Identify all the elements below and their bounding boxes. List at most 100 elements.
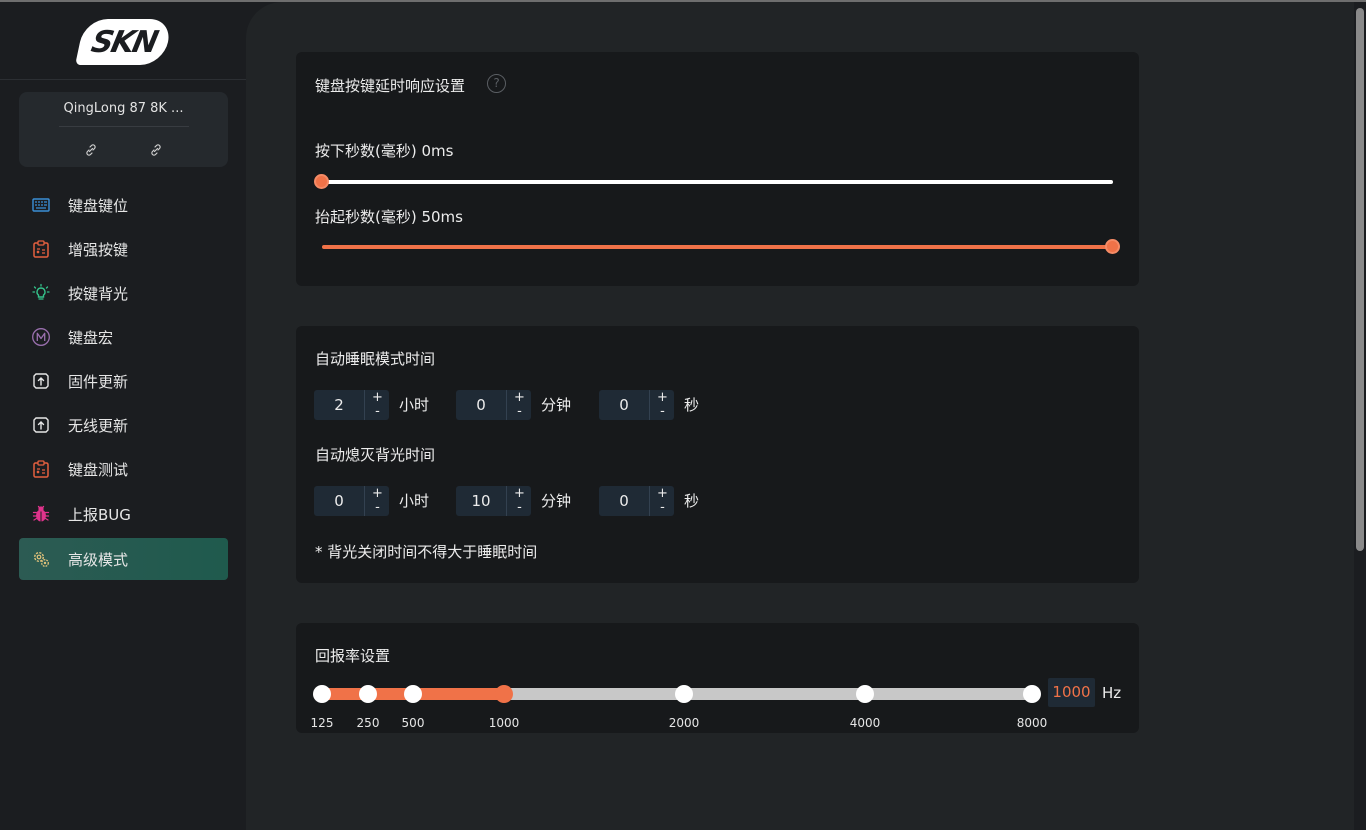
unit-seconds: 秒: [684, 396, 700, 414]
polling-rate-card: 回报率设置 125 250 500 1000 2000 4000 8000 1000 Hz: [296, 623, 1139, 733]
decrement-button[interactable]: -: [507, 501, 532, 514]
gears-icon: [33, 551, 49, 567]
press-delay-knob[interactable]: [314, 174, 329, 189]
wireless-update-icon: [33, 417, 49, 433]
polling-rate-option-4000[interactable]: [856, 685, 874, 703]
increment-button[interactable]: +: [365, 487, 390, 500]
macro-m-icon: [32, 328, 50, 346]
backlight-minutes-stepper[interactable]: 10 + -: [456, 486, 531, 516]
polling-rate-tick-label: 4000: [849, 716, 881, 730]
polling-rate-option-500[interactable]: [404, 685, 422, 703]
sleep-minutes-stepper[interactable]: 0 + -: [456, 390, 531, 420]
polling-rate-unit: Hz: [1102, 684, 1122, 702]
sidebar-item-label: 增强按键: [68, 241, 129, 259]
unit-hours: 小时: [399, 492, 430, 510]
polling-rate-tick-label: 125: [310, 716, 334, 730]
sidebar-item-backlight[interactable]: 按键背光: [19, 272, 228, 314]
stepper-buttons: + -: [364, 390, 389, 420]
backlight-hours-value[interactable]: 0: [314, 492, 364, 510]
sidebar-item-label: 键盘键位: [68, 197, 129, 215]
release-delay-knob[interactable]: [1105, 239, 1120, 254]
device-card[interactable]: QingLong 87 8K ...: [19, 92, 228, 167]
brand-logo-text: SKN: [88, 24, 160, 60]
unit-hours: 小时: [399, 396, 430, 414]
sleep-seconds-stepper[interactable]: 0 + -: [599, 390, 674, 420]
backlight-hours-stepper[interactable]: 0 + -: [314, 486, 389, 516]
unit-minutes: 分钟: [541, 396, 572, 414]
stepper-buttons: + -: [506, 486, 531, 516]
backlight-seconds-value[interactable]: 0: [599, 492, 649, 510]
link-icon[interactable]: [84, 143, 98, 157]
sidebar-item-label: 键盘宏: [68, 329, 114, 347]
device-name: QingLong 87 8K ...: [63, 101, 184, 116]
sidebar-item-wireless-update[interactable]: 无线更新: [19, 404, 228, 446]
bug-icon: [32, 505, 50, 522]
unit-minutes: 分钟: [541, 492, 572, 510]
keyboard-grid-icon: [32, 198, 50, 212]
lightbulb-icon: [32, 283, 50, 300]
decrement-button[interactable]: -: [365, 501, 390, 514]
stepper-buttons: + -: [649, 390, 674, 420]
decrement-button[interactable]: -: [650, 501, 675, 514]
clipboard-x-icon: [33, 460, 49, 478]
increment-button[interactable]: +: [650, 487, 675, 500]
sidebar-item-firmware-update[interactable]: 固件更新: [19, 360, 228, 402]
release-delay-label: 抬起秒数(毫秒) 50ms: [315, 208, 463, 226]
increment-button[interactable]: +: [507, 391, 532, 404]
firmware-update-icon: [33, 373, 49, 389]
release-delay-track[interactable]: [322, 245, 1113, 249]
polling-rate-value[interactable]: 1000: [1048, 678, 1095, 707]
device-divider: [59, 126, 189, 127]
stepper-buttons: + -: [364, 486, 389, 516]
decrement-button[interactable]: -: [507, 405, 532, 418]
stepper-buttons: + -: [649, 486, 674, 516]
increment-button[interactable]: +: [365, 391, 390, 404]
stepper-buttons: + -: [506, 390, 531, 420]
sidebar: SKN QingLong 87 8K ... 键盘键位 增强按键 按键背光 键盘…: [0, 2, 246, 830]
key-delay-title: 键盘按键延时响应设置: [315, 77, 466, 95]
polling-rate-tick-label: 1000: [488, 716, 520, 730]
sidebar-item-label: 高级模式: [68, 551, 129, 569]
press-delay-label: 按下秒数(毫秒) 0ms: [315, 142, 454, 160]
sidebar-item-enhanced-keys[interactable]: 增强按键: [19, 228, 228, 270]
logo-area: SKN: [0, 2, 246, 80]
increment-button[interactable]: +: [650, 391, 675, 404]
sidebar-item-label: 键盘测试: [68, 461, 129, 479]
increment-button[interactable]: +: [507, 487, 532, 500]
unit-seconds: 秒: [684, 492, 700, 510]
sleep-seconds-value[interactable]: 0: [599, 396, 649, 414]
clipboard-x-icon: [33, 240, 49, 258]
brand-logo: SKN: [75, 19, 173, 65]
polling-title: 回报率设置: [315, 647, 391, 665]
sleep-title: 自动睡眠模式时间: [315, 350, 436, 368]
sleep-hours-value[interactable]: 2: [314, 396, 364, 414]
backlight-note: * 背光关闭时间不得大于睡眠时间: [315, 543, 538, 561]
sleep-minutes-value[interactable]: 0: [456, 396, 506, 414]
sleep-timer-card: 自动睡眠模式时间 2 + - 小时 0 + - 分钟 0 + - 秒 自动熄灭背…: [296, 326, 1139, 583]
scrollbar-thumb[interactable]: [1356, 8, 1364, 551]
backlight-seconds-stepper[interactable]: 0 + -: [599, 486, 674, 516]
backlight-minutes-value[interactable]: 10: [456, 492, 506, 510]
press-delay-track[interactable]: [322, 180, 1113, 184]
sidebar-item-label: 固件更新: [68, 373, 129, 391]
decrement-button[interactable]: -: [365, 405, 390, 418]
sidebar-item-keymap[interactable]: 键盘键位: [19, 184, 228, 226]
polling-rate-option-125[interactable]: [313, 685, 331, 703]
sidebar-item-advanced-mode[interactable]: 高级模式: [19, 538, 228, 580]
sidebar-item-macro[interactable]: 键盘宏: [19, 316, 228, 358]
polling-rate-tick-label: 250: [356, 716, 380, 730]
link-icon[interactable]: [149, 143, 163, 157]
sidebar-item-report-bug[interactable]: 上报BUG: [19, 493, 228, 535]
sidebar-item-keyboard-test[interactable]: 键盘测试: [19, 448, 228, 490]
sidebar-item-label: 上报BUG: [68, 506, 131, 524]
polling-rate-option-250[interactable]: [359, 685, 377, 703]
sleep-hours-stepper[interactable]: 2 + -: [314, 390, 389, 420]
polling-rate-option-1000[interactable]: [495, 685, 513, 703]
polling-rate-option-2000[interactable]: [675, 685, 693, 703]
decrement-button[interactable]: -: [650, 405, 675, 418]
key-delay-card: 键盘按键延时响应设置 ? 按下秒数(毫秒) 0ms 抬起秒数(毫秒) 50ms: [296, 52, 1139, 286]
polling-rate-option-8000[interactable]: [1023, 685, 1041, 703]
backlight-title: 自动熄灭背光时间: [315, 446, 436, 464]
polling-rate-tick-label: 2000: [668, 716, 700, 730]
help-icon[interactable]: ?: [487, 74, 506, 93]
